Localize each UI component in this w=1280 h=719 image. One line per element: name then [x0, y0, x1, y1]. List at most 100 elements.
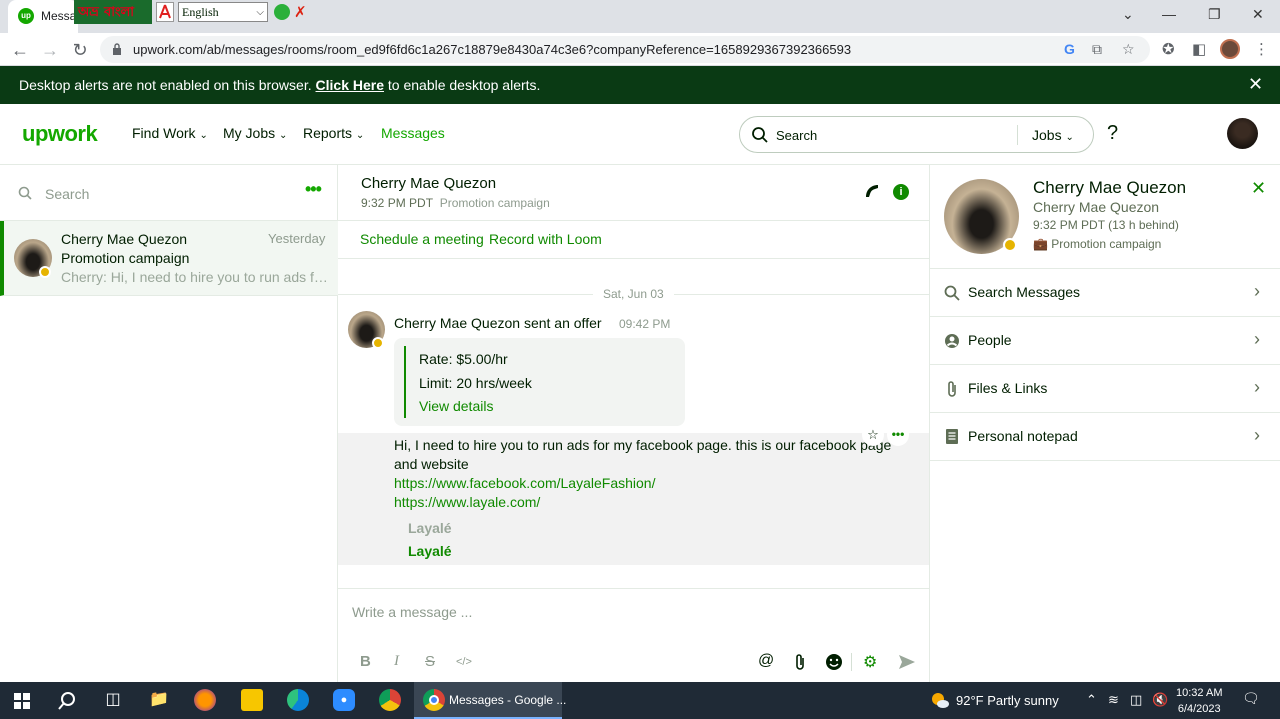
- meet-now-icon[interactable]: ◫: [1130, 692, 1142, 708]
- enable-alerts-link[interactable]: Click Here: [316, 77, 384, 93]
- phone-icon[interactable]: [863, 182, 881, 200]
- nav-my-jobs[interactable]: My Jobs ⌄: [223, 125, 287, 141]
- nav-find-work[interactable]: Find Work ⌄: [132, 125, 208, 141]
- chevron-down-icon: ⌄: [279, 130, 288, 141]
- bookmark-star-icon[interactable]: ☆: [1122, 41, 1135, 58]
- browser-tab-messages[interactable]: up Messa: [8, 0, 78, 33]
- upwork-logo[interactable]: upwork: [22, 121, 98, 147]
- info-icon[interactable]: i: [893, 184, 909, 200]
- bold-icon[interactable]: B: [360, 653, 371, 670]
- people-item[interactable]: People ›: [930, 317, 1280, 365]
- website-link[interactable]: https://www.layale.com/: [394, 494, 540, 510]
- nav-messages[interactable]: Messages: [381, 125, 445, 141]
- paperclip-icon[interactable]: [793, 653, 807, 671]
- clock-time: 10:32 AM: [1176, 687, 1223, 699]
- minimize-icon[interactable]: —: [1162, 6, 1176, 22]
- media-player-icon[interactable]: [241, 689, 263, 711]
- windows-start-icon[interactable]: [14, 693, 30, 709]
- zoom-icon[interactable]: ●: [333, 689, 355, 711]
- green-extension-icon[interactable]: [274, 4, 290, 20]
- address-url: upwork.com/ab/messages/rooms/room_ed9f6f…: [133, 42, 852, 57]
- network-icon[interactable]: ≋: [1108, 692, 1119, 708]
- search-scope-dropdown[interactable]: Jobs ⌄: [1032, 127, 1074, 143]
- italic-icon[interactable]: I: [394, 653, 399, 670]
- close-alert-icon[interactable]: ✕: [1248, 74, 1263, 95]
- person-icon: [945, 334, 959, 348]
- conversation-header: Cherry Mae Quezon 9:32 PM PDT Promotion …: [338, 165, 929, 221]
- back-arrow-icon[interactable]: ←: [9, 39, 31, 61]
- extensions-puzzle-icon[interactable]: ✪: [1162, 40, 1175, 58]
- share-icon[interactable]: ⧉: [1092, 41, 1102, 58]
- profile-avatar[interactable]: [1220, 39, 1240, 59]
- header-search[interactable]: Search Jobs ⌄: [739, 116, 1094, 153]
- search-icon: [18, 186, 32, 200]
- files-links-item[interactable]: Files & Links ›: [930, 365, 1280, 413]
- account-avatar[interactable]: [1227, 118, 1258, 149]
- reload-icon[interactable]: ↻: [69, 39, 91, 61]
- divider-line: [338, 294, 593, 295]
- search-icon: [752, 127, 768, 143]
- bangla-extension[interactable]: অভ্র বাংলা: [74, 0, 152, 24]
- message-more-icon[interactable]: •••: [887, 424, 909, 446]
- send-icon[interactable]: [898, 654, 916, 670]
- gear-icon[interactable]: ⚙: [863, 652, 877, 672]
- briefcase-icon: 💼: [1033, 237, 1048, 251]
- contact-details: Cherry Mae Quezon Cherry Mae Quezon 9:32…: [930, 165, 1280, 269]
- show-hidden-icons-icon[interactable]: ⌃: [1086, 692, 1097, 708]
- forward-arrow-icon[interactable]: →: [39, 39, 61, 61]
- task-view-icon[interactable]: ◫: [101, 689, 125, 711]
- chrome-icon[interactable]: [379, 689, 401, 711]
- room-list-item[interactable]: Cherry Mae Quezon Yesterday Promotion ca…: [0, 221, 338, 296]
- header-search-input[interactable]: Search: [776, 128, 817, 143]
- facebook-link[interactable]: https://www.facebook.com/LayaleFashion/: [394, 475, 655, 491]
- conversation-panel: Cherry Mae Quezon 9:32 PM PDT Promotion …: [338, 165, 929, 682]
- chevron-down-icon: ⌄: [1065, 132, 1074, 143]
- more-options-icon[interactable]: •••: [305, 179, 322, 200]
- personal-notepad-item[interactable]: Personal notepad ›: [930, 413, 1280, 461]
- view-details-link[interactable]: View details: [419, 398, 493, 414]
- search-divider: [1017, 125, 1018, 145]
- nav-reports[interactable]: Reports ⌄: [303, 125, 364, 141]
- offer-accent-bar: [404, 346, 406, 418]
- browser-menu-icon[interactable]: ⋮: [1254, 40, 1269, 58]
- chevron-right-icon: ›: [1254, 329, 1260, 349]
- bangla-extension-label: বাংলা: [104, 5, 135, 20]
- window-close-icon[interactable]: ✕: [1252, 6, 1264, 23]
- details-contact-subname: Cherry Mae Quezon: [1033, 199, 1160, 215]
- side-panel-icon[interactable]: ◧: [1192, 40, 1206, 58]
- address-bar[interactable]: upwork.com/ab/messages/rooms/room_ed9f6f…: [100, 36, 1150, 63]
- link-preview-link[interactable]: Layalé: [408, 543, 452, 559]
- notifications-icon[interactable]: 🗨: [1242, 690, 1260, 707]
- search-messages-item[interactable]: Search Messages ›: [930, 269, 1280, 317]
- conversation-contact-name[interactable]: Cherry Mae Quezon: [361, 175, 496, 192]
- offer-rate: Rate: $5.00/hr: [419, 351, 508, 367]
- rooms-search-input[interactable]: Search: [45, 186, 89, 202]
- strikethrough-icon[interactable]: S: [425, 653, 435, 670]
- emoji-icon[interactable]: [825, 653, 843, 671]
- weather-widget[interactable]: 92°F Partly sunny: [930, 691, 1059, 709]
- edge-icon[interactable]: [287, 689, 309, 711]
- tab-search-chevron-icon[interactable]: ⌄: [1122, 6, 1134, 23]
- file-explorer-icon[interactable]: 📁: [147, 689, 171, 711]
- schedule-meeting-link[interactable]: Schedule a meeting: [360, 231, 484, 247]
- code-icon[interactable]: </>: [456, 656, 472, 668]
- help-icon[interactable]: ?: [1107, 122, 1118, 145]
- conversation-local-time: 9:32 PM PDT Promotion campaign: [361, 196, 550, 210]
- taskbar-clock[interactable]: 10:32 AM 6/4/2023: [1176, 685, 1222, 717]
- message-input[interactable]: Write a message ...: [352, 604, 472, 620]
- mention-icon[interactable]: @: [758, 652, 774, 670]
- taskbar-active-chrome-window[interactable]: Messages - Google ...: [414, 682, 566, 719]
- red-extension-icon[interactable]: ✗: [294, 3, 307, 21]
- language-select[interactable]: English ⌵: [178, 2, 268, 22]
- close-icon[interactable]: ✕: [1251, 178, 1266, 199]
- star-icon[interactable]: ☆: [862, 424, 884, 446]
- restore-icon[interactable]: ❐: [1208, 6, 1221, 23]
- record-with-loom-link[interactable]: Record with Loom: [489, 231, 602, 247]
- volume-muted-icon[interactable]: 🔇: [1152, 692, 1168, 708]
- status-dot: [372, 337, 384, 349]
- firefox-icon[interactable]: [194, 689, 216, 711]
- room-preview: Cherry: Hi, I need to hire you to run ad…: [61, 269, 331, 285]
- acrobat-extension-icon[interactable]: [156, 2, 174, 22]
- taskbar-search-icon[interactable]: [57, 691, 77, 711]
- google-icon[interactable]: G: [1064, 41, 1075, 57]
